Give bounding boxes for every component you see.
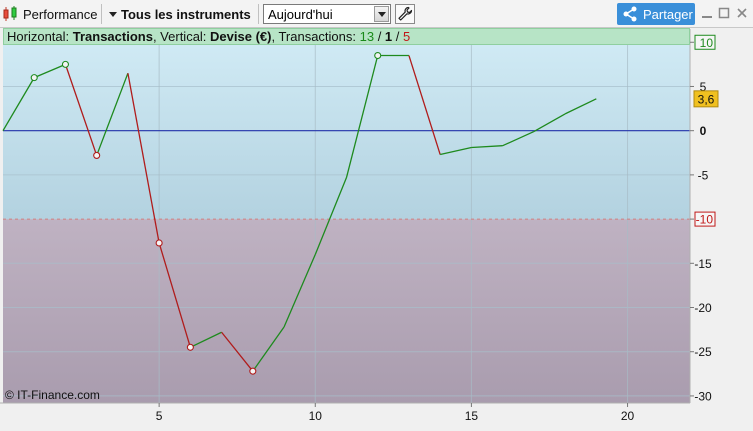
chevron-down-icon bbox=[377, 11, 386, 17]
data-point-marker bbox=[249, 367, 257, 375]
vertical-value: Devise (€) bbox=[210, 29, 272, 44]
upper-zone bbox=[3, 29, 690, 220]
y-tick-label: -30 bbox=[694, 389, 712, 403]
share-icon bbox=[623, 6, 637, 22]
data-point-marker bbox=[186, 343, 194, 351]
chart-area[interactable]: 10 5 0 -5 -10 -15 -20 -25 -30 3,6 5 10 15 20 bbox=[0, 28, 753, 431]
minimize-icon bbox=[702, 16, 712, 18]
transactions-losing: 5 bbox=[403, 29, 411, 44]
y-tick-label: 0 bbox=[700, 124, 707, 138]
x-tick-label: 20 bbox=[621, 409, 635, 423]
toolbar-divider bbox=[258, 4, 259, 24]
candlestick-icon bbox=[3, 6, 17, 21]
caret-down-icon bbox=[109, 11, 117, 17]
period-value: Aujourd'hui bbox=[268, 6, 333, 22]
x-tick-label: 15 bbox=[465, 409, 479, 423]
y-tick-label: -25 bbox=[694, 345, 712, 359]
chart-info-bar: Horizontal: Transactions, Vertical: Devi… bbox=[3, 28, 690, 45]
toolbar: Performance Tous les instruments Aujourd… bbox=[0, 0, 753, 28]
x-tick-label: 10 bbox=[309, 409, 323, 423]
performance-chart[interactable]: 10 5 0 -5 -10 -15 -20 -25 -30 3,6 5 10 15 20 bbox=[0, 28, 753, 431]
instruments-label: Tous les instruments bbox=[121, 6, 251, 22]
x-tick-label: 5 bbox=[156, 409, 163, 423]
share-button[interactable]: Partager bbox=[617, 3, 695, 25]
toolbar-divider bbox=[101, 4, 102, 24]
performance-menu[interactable]: Performance bbox=[2, 4, 100, 24]
maximize-button[interactable] bbox=[716, 5, 732, 21]
lower-zone bbox=[3, 219, 690, 403]
minimize-button[interactable] bbox=[699, 5, 715, 21]
data-point-marker bbox=[93, 151, 101, 159]
transactions-winning: 13 bbox=[359, 29, 375, 44]
data-point-marker bbox=[61, 60, 70, 68]
period-select[interactable]: Aujourd'hui bbox=[263, 4, 391, 24]
wrench-icon bbox=[398, 6, 413, 21]
instruments-dropdown[interactable]: Tous les instruments bbox=[107, 4, 251, 24]
transactions-separator: / bbox=[392, 29, 403, 44]
data-point-marker bbox=[155, 239, 163, 247]
y-tick-label: -10 bbox=[696, 213, 714, 227]
vertical-prefix: , Vertical: bbox=[152, 29, 211, 44]
x-axis-panel bbox=[0, 403, 753, 431]
settings-button[interactable] bbox=[395, 4, 415, 24]
dropdown-button[interactable] bbox=[374, 6, 389, 22]
horizontal-value: Transactions bbox=[72, 29, 153, 44]
last-value-label: 3,6 bbox=[698, 92, 715, 106]
transactions-separator: / bbox=[374, 29, 385, 44]
horizontal-prefix: Horizontal: bbox=[7, 29, 73, 44]
performance-label: Performance bbox=[23, 6, 98, 22]
maximize-icon bbox=[718, 7, 730, 19]
copyright-text: © IT-Finance.com bbox=[5, 388, 100, 402]
data-point-marker bbox=[30, 74, 38, 82]
y-tick-label: -15 bbox=[694, 257, 712, 271]
share-label: Partager bbox=[643, 6, 693, 22]
close-icon bbox=[737, 8, 747, 18]
transactions-prefix: , Transactions: bbox=[271, 29, 360, 44]
y-tick-label: 10 bbox=[700, 36, 714, 50]
y-tick-label: -20 bbox=[694, 301, 712, 315]
data-point-marker bbox=[374, 51, 382, 60]
y-tick-label: -5 bbox=[698, 168, 709, 182]
close-button[interactable] bbox=[734, 5, 750, 21]
